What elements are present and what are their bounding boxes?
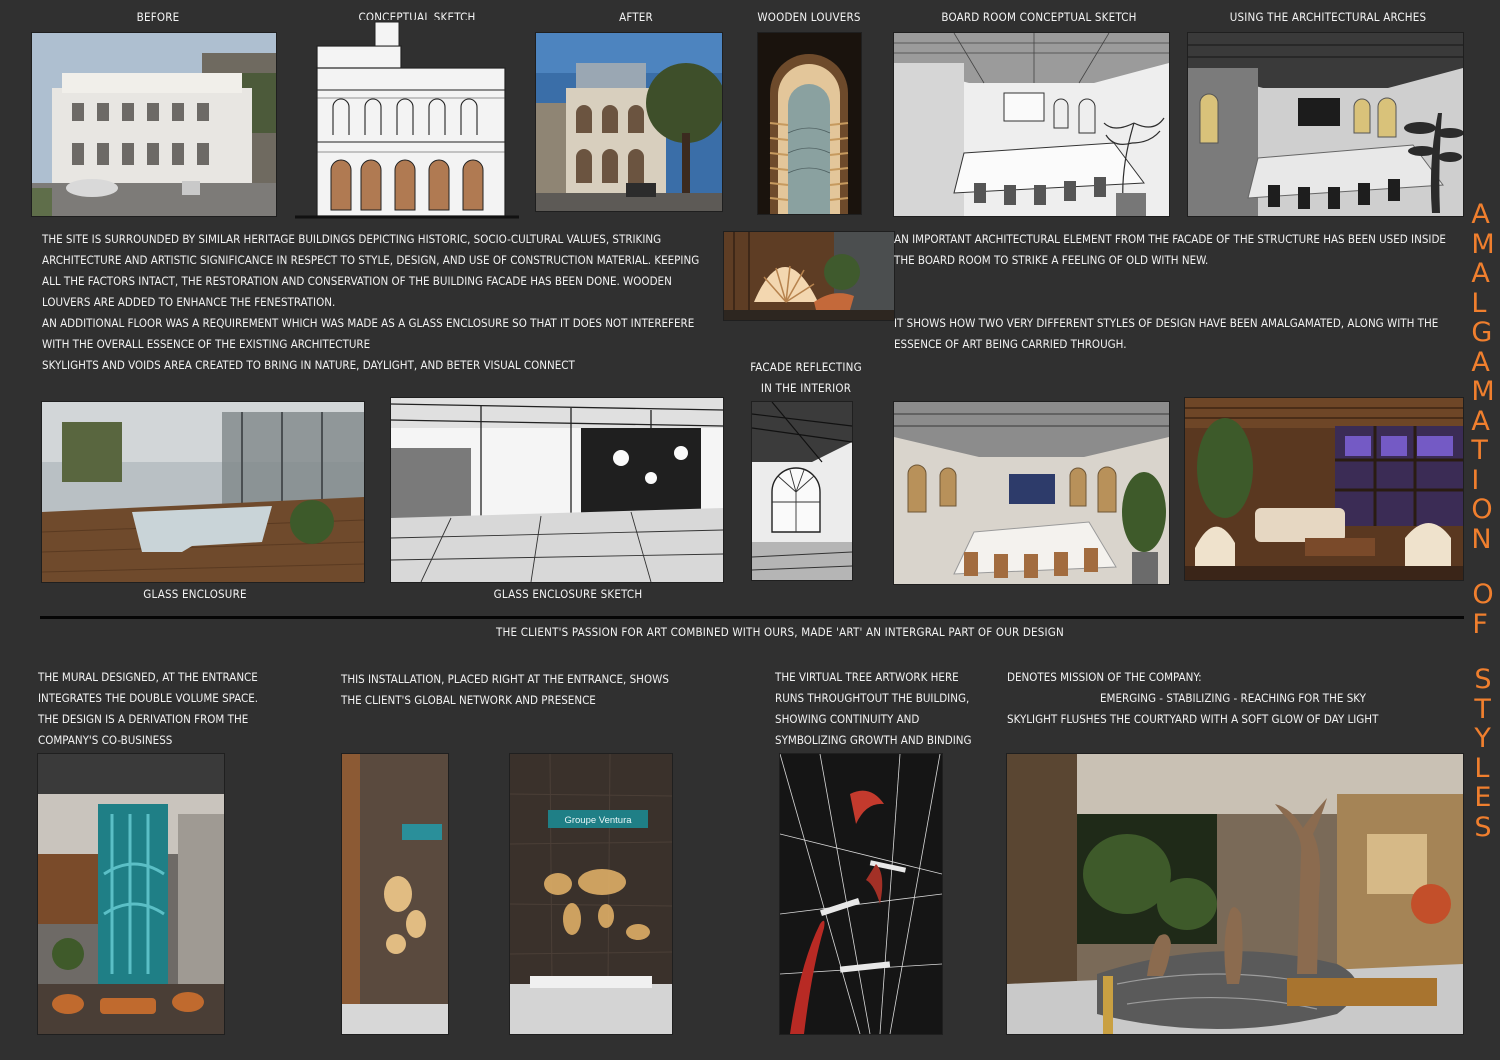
title-letter: O <box>1471 494 1493 525</box>
art-banner: THE CLIENT'S PASSION FOR ART COMBINED WI… <box>496 625 1064 639</box>
board-room-photo <box>894 402 1169 584</box>
title-letter: N <box>1471 523 1492 555</box>
presentation-board: BEFORE CONCEPTUAL SKETCH AFTER WOODEN LO… <box>0 0 1500 1060</box>
conceptual-sketch-drawing <box>295 20 519 220</box>
site-line-6: WITH THE OVERALL ESSENCE OF THE EXISTING… <box>42 337 371 351</box>
virtual-tree-photo <box>780 754 942 1034</box>
element-line-2: THE BOARD ROOM TO STRIKE A FEELING OF OL… <box>894 253 1209 267</box>
groupe-ventura-sign: Groupe Ventura <box>564 815 632 826</box>
title-letter: Y <box>1474 723 1491 754</box>
caption-glass-enclosure-sketch: GLASS ENCLOSURE SKETCH <box>493 587 643 601</box>
mission-line-2: EMERGING - STABILIZING - REACHING FOR TH… <box>1100 691 1366 705</box>
styles-description: IT SHOWS HOW TWO VERY DIFFERENT STYLES O… <box>894 313 1438 355</box>
architectural-arches-photo <box>1188 33 1463 216</box>
title-letter: A <box>1471 405 1490 437</box>
tree-line-4: SYMBOLIZING GROWTH AND BINDING <box>775 733 972 747</box>
site-line-2: ARCHITECTURE AND ARTISTIC SIGNIFICANCE I… <box>42 253 700 267</box>
title-letter: F <box>1472 608 1488 640</box>
title-letter: G <box>1471 317 1493 348</box>
facade-reflecting-photo <box>724 232 894 320</box>
mural-photo <box>38 754 224 1034</box>
title-letter: S <box>1474 811 1492 843</box>
facade-interior-sketch <box>752 402 852 580</box>
element-line-1: AN IMPORTANT ARCHITECTURAL ELEMENT FROM … <box>894 232 1446 246</box>
site-line-7: SKYLIGHTS AND VOIDS AREA CREATED TO BRIN… <box>42 358 575 372</box>
styles-line-2: ESSENCE OF ART BEING CARRIED THROUGH. <box>894 337 1127 351</box>
title-letter: L <box>1474 752 1490 784</box>
mural-line-3: THE DESIGN IS A DERIVATION FROM THE <box>38 712 249 726</box>
site-line-3: ALL THE FACTORS INTACT, THE RESTORATION … <box>42 274 672 288</box>
glass-enclosure-sketch <box>391 398 723 582</box>
mission-line-1: DENOTES MISSION OF THE COMPANY: <box>1007 670 1202 684</box>
lounge-photo <box>1185 398 1463 580</box>
installation-line-2: THE CLIENT'S GLOBAL NETWORK AND PRESENCE <box>341 693 596 707</box>
title-letter: T <box>1471 435 1488 466</box>
title-word-styles: STYLES <box>1474 665 1491 842</box>
installation-line-1: THIS INSTALLATION, PLACED RIGHT AT THE E… <box>341 672 669 686</box>
caption-wooden-louvers: WOODEN LOUVERS <box>757 10 861 24</box>
vertical-title: AMALGAMATION OF STYLES <box>1464 200 1500 842</box>
site-description: THE SITE IS SURROUNDED BY SIMILAR HERITA… <box>42 229 699 376</box>
tree-line-3: SHOWING CONTINUITY AND <box>775 712 920 726</box>
title-letter: S <box>1474 664 1492 695</box>
mural-line-4: COMPANY'S CO-BUSINESS <box>38 733 173 747</box>
styles-line-1: IT SHOWS HOW TWO VERY DIFFERENT STYLES O… <box>894 316 1439 330</box>
mural-description: THE MURAL DESIGNED, AT THE ENTRANCE INTE… <box>38 667 258 751</box>
before-photo <box>32 33 276 216</box>
installation-description: THIS INSTALLATION, PLACED RIGHT AT THE E… <box>341 669 669 711</box>
tree-line-1: THE VIRTUAL TREE ARTWORK HERE <box>775 670 959 684</box>
glass-enclosure-photo <box>42 402 364 582</box>
site-line-1: THE SITE IS SURROUNDED BY SIMILAR HERITA… <box>42 232 662 246</box>
title-letter: I <box>1471 464 1480 496</box>
caption-facade-line-1: FACADE REFLECTING <box>750 360 862 374</box>
virtual-tree-description: THE VIRTUAL TREE ARTWORK HERE RUNS THROU… <box>775 667 972 751</box>
site-line-4: LOUVERS ARE ADDED TO ENHANCE THE FENESTR… <box>42 295 336 309</box>
title-letter: M <box>1471 376 1495 407</box>
title-letter: A <box>1471 199 1490 230</box>
title-word-amalgamation: AMALGAMATION <box>1471 200 1494 554</box>
caption-glass-enclosure: GLASS ENCLOSURE <box>143 587 247 601</box>
mural-line-2: INTEGRATES THE DOUBLE VOLUME SPACE. <box>38 691 259 705</box>
mission-description: DENOTES MISSION OF THE COMPANY: EMERGING… <box>1007 667 1378 730</box>
caption-after: AFTER <box>619 10 653 24</box>
title-letter: A <box>1471 258 1490 289</box>
title-letter: L <box>1471 287 1487 319</box>
installation-side-photo <box>342 754 448 1034</box>
title-letter: O <box>1472 579 1494 610</box>
caption-board-room-sketch: BOARD ROOM CONCEPTUAL SKETCH <box>941 10 1137 24</box>
courtyard-sculpture-photo <box>1007 754 1463 1034</box>
title-word-of: OF <box>1472 580 1493 639</box>
title-letter: M <box>1471 228 1495 260</box>
installation-front-photo: Groupe Ventura <box>510 754 672 1034</box>
after-photo <box>536 33 722 211</box>
caption-architectural-arches: USING THE ARCHITECTURAL ARCHES <box>1229 10 1427 24</box>
wooden-louvers-photo <box>758 33 861 214</box>
title-letter: A <box>1471 346 1490 378</box>
mission-line-3: SKYLIGHT FLUSHES THE COURTYARD WITH A SO… <box>1007 712 1379 726</box>
title-letter: E <box>1474 782 1492 813</box>
caption-before: BEFORE <box>136 10 180 24</box>
caption-facade-line-2: IN THE INTERIOR <box>760 381 852 395</box>
site-line-5: AN ADDITIONAL FLOOR WAS A REQUIREMENT WH… <box>42 316 695 330</box>
architectural-element-description: AN IMPORTANT ARCHITECTURAL ELEMENT FROM … <box>894 229 1446 271</box>
section-divider <box>40 616 1464 619</box>
mural-line-1: THE MURAL DESIGNED, AT THE ENTRANCE <box>38 670 258 684</box>
caption-facade-reflecting: FACADE REFLECTING IN THE INTERIOR <box>736 357 876 399</box>
title-letter: T <box>1474 693 1491 725</box>
tree-line-2: RUNS THROUGHTOUT THE BUILDING, <box>775 691 970 705</box>
board-room-sketch <box>894 33 1169 216</box>
